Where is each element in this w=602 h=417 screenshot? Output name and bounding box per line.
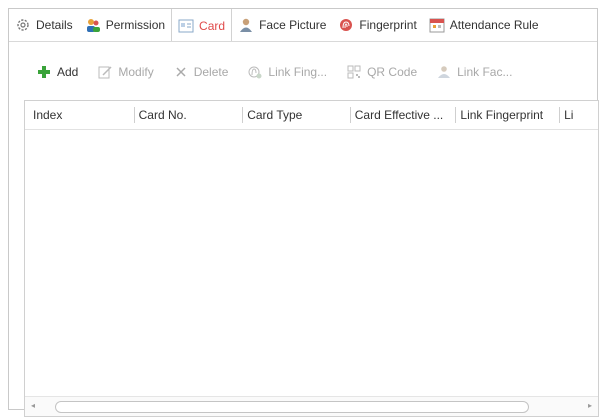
qr-code-button[interactable]: QR Code bbox=[347, 65, 417, 79]
qr-code-label: QR Code bbox=[367, 65, 418, 79]
tab-details[interactable]: Details bbox=[9, 9, 79, 41]
add-label: Add bbox=[57, 65, 79, 79]
plus-icon bbox=[37, 65, 51, 79]
person-icon bbox=[238, 17, 254, 33]
scroll-right-icon[interactable]: ▸ bbox=[588, 401, 592, 410]
column-header-link-fingerprint[interactable]: Link Fingerprint bbox=[455, 107, 559, 123]
person-link-icon bbox=[437, 65, 451, 79]
link-fingerprint-button[interactable]: Link Fing... bbox=[248, 65, 327, 79]
modify-button[interactable]: Modify bbox=[98, 65, 154, 79]
delete-label: Delete bbox=[193, 65, 229, 79]
close-icon bbox=[174, 65, 188, 79]
column-header-card-effective[interactable]: Card Effective ... bbox=[349, 107, 456, 123]
column-header-card-no[interactable]: Card No. bbox=[133, 107, 243, 123]
link-fingerprint-label: Link Fing... bbox=[268, 65, 328, 79]
horizontal-scrollbar[interactable]: ◂ ▸ bbox=[25, 396, 598, 416]
qr-code-icon bbox=[347, 65, 361, 79]
tab-label: Fingerprint bbox=[359, 18, 417, 32]
gear-icon bbox=[15, 17, 31, 33]
tab-label: Card bbox=[199, 18, 226, 33]
link-face-label: Link Fac... bbox=[457, 65, 513, 79]
scrollbar-thumb[interactable] bbox=[55, 401, 529, 413]
card-table: Index Card No. Card Type Card Effective … bbox=[24, 100, 599, 417]
table-header: Index Card No. Card Type Card Effective … bbox=[25, 101, 598, 130]
toolbar: Add Modify Delete Link Fing... QR Code L… bbox=[9, 61, 597, 83]
scroll-left-icon[interactable]: ◂ bbox=[31, 401, 35, 410]
calendar-icon bbox=[429, 17, 445, 33]
link-face-button[interactable]: Link Fac... bbox=[437, 65, 512, 79]
tab-label: Details bbox=[36, 18, 73, 32]
tab-fingerprint[interactable]: Fingerprint bbox=[332, 9, 422, 41]
tab-bar: Details Permission Card Face Picture Fin… bbox=[9, 9, 597, 42]
add-button[interactable]: Add bbox=[37, 65, 78, 79]
tab-attendance-rule[interactable]: Attendance Rule bbox=[423, 9, 545, 41]
card-icon bbox=[178, 18, 194, 34]
column-header-index[interactable]: Index bbox=[25, 107, 134, 123]
fingerprint-link-icon bbox=[248, 65, 262, 79]
tab-label: Face Picture bbox=[259, 18, 327, 32]
tab-label: Permission bbox=[105, 18, 166, 32]
fingerprint-icon bbox=[338, 17, 354, 33]
delete-button[interactable]: Delete bbox=[174, 65, 229, 79]
modify-label: Modify bbox=[118, 65, 154, 79]
users-icon bbox=[85, 17, 101, 33]
column-header-card-type[interactable]: Card Type bbox=[242, 107, 350, 123]
card-panel: Details Permission Card Face Picture Fin… bbox=[8, 8, 599, 417]
column-header-link-face[interactable]: Li bbox=[559, 107, 598, 123]
tab-label: Attendance Rule bbox=[449, 18, 539, 32]
table-body bbox=[25, 130, 598, 396]
tab-card[interactable]: Card bbox=[171, 9, 233, 41]
tab-face-picture[interactable]: Face Picture bbox=[232, 9, 332, 41]
edit-icon bbox=[98, 65, 112, 79]
tab-permission[interactable]: Permission bbox=[79, 9, 171, 41]
